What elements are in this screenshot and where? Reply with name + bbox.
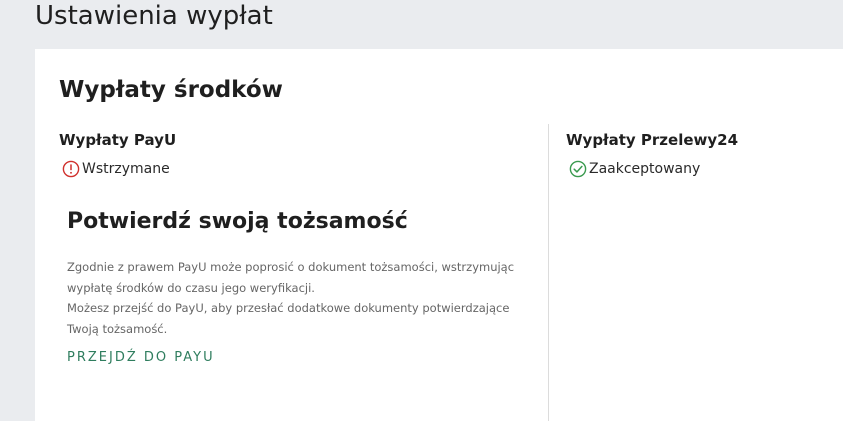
page-title: Ustawienia wypłat [35,1,273,31]
payu-section: Wypłaty PayU Wstrzymane [59,129,539,179]
payu-status-label: Wstrzymane [82,161,170,177]
verify-text-line: Możesz przejść do PayU, aby przesłać dod… [67,301,510,315]
przelewy24-status-label: Zaakceptowany [589,161,701,177]
verify-text-line: wypłatę środków do czasu jego weryfikacj… [67,280,315,295]
payu-status: Wstrzymane [59,159,539,179]
verify-text-line: Zgodnie z prawem PayU może poprosić o do… [67,260,515,274]
payouts-card: Wypłaty środków Wypłaty PayU Wstrzymane … [35,49,843,421]
card-title: Wypłaty środków [59,77,283,103]
verify-identity-title: Potwierdź swoją tożsamość [67,209,408,234]
przelewy24-status: Zaakceptowany [566,159,826,179]
check-circle-icon [569,160,587,178]
go-to-payu-link[interactable]: PRZEJDŹ DO PAYU [67,350,215,365]
alert-circle-icon [62,160,80,178]
przelewy24-section-title: Wypłaty Przelewy24 [566,131,739,149]
payu-section-title: Wypłaty PayU [59,131,177,149]
verify-text-line: Twoją tożsamość. [67,321,168,336]
column-divider [548,124,549,421]
verify-identity-description: Zgodnie z prawem PayU może poprosić o do… [67,257,527,339]
przelewy24-section: Wypłaty Przelewy24 Zaakceptowany [566,129,826,179]
